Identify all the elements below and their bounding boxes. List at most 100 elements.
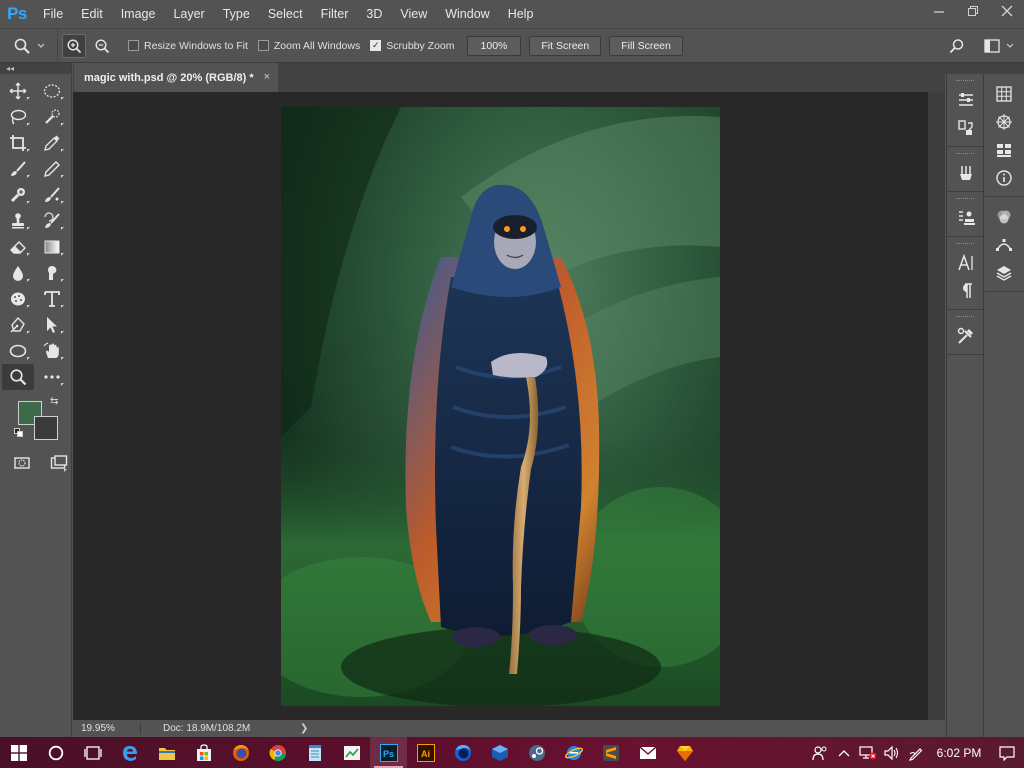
taskbar-sublime[interactable] bbox=[592, 737, 629, 768]
panel-grip[interactable] bbox=[956, 243, 974, 247]
clone-stamp-tool[interactable] bbox=[2, 208, 34, 234]
menu-layer[interactable]: Layer bbox=[164, 0, 213, 28]
taskbar-file-explorer[interactable] bbox=[148, 737, 185, 768]
vertical-scrollbar[interactable] bbox=[928, 92, 945, 720]
menu-file[interactable]: File bbox=[34, 0, 72, 28]
pen-workspace-button[interactable] bbox=[904, 737, 928, 768]
fill-screen-button[interactable]: Fill Screen bbox=[609, 35, 683, 56]
menu-select[interactable]: Select bbox=[259, 0, 312, 28]
healing-brush-tool[interactable] bbox=[2, 182, 34, 208]
taskbar-ie[interactable] bbox=[555, 737, 592, 768]
path-selection-tool[interactable] bbox=[36, 312, 68, 338]
tools-collapse-toggle[interactable]: ◂◂ bbox=[0, 63, 71, 74]
start-button[interactable] bbox=[0, 737, 37, 768]
network-button[interactable] bbox=[856, 737, 880, 768]
taskbar-virtualbox[interactable] bbox=[481, 737, 518, 768]
status-menu-arrow[interactable]: ❯ bbox=[300, 723, 308, 734]
tool-presets-icon[interactable] bbox=[947, 204, 985, 232]
scrubby-zoom-option[interactable]: ✓ Scrubby Zoom bbox=[370, 40, 455, 52]
adjustments-tools-icon[interactable] bbox=[947, 322, 985, 350]
clone-source-icon[interactable] bbox=[947, 114, 985, 142]
task-view-button[interactable] bbox=[74, 737, 111, 768]
scrubby-zoom-checkbox[interactable]: ✓ bbox=[370, 40, 382, 51]
screen-mode-button[interactable] bbox=[48, 450, 72, 476]
quick-mask-button[interactable] bbox=[10, 450, 34, 476]
show-hidden-icons-button[interactable] bbox=[832, 737, 856, 768]
workspace-switcher[interactable] bbox=[974, 38, 1024, 53]
quick-selection-tool[interactable] bbox=[36, 104, 68, 130]
dodge-tool[interactable] bbox=[2, 286, 34, 312]
more-tools[interactable] bbox=[36, 364, 68, 390]
taskbar-mail[interactable] bbox=[629, 737, 666, 768]
ellipse-shape-tool[interactable] bbox=[2, 338, 34, 364]
zoom-all-checkbox[interactable] bbox=[257, 40, 269, 51]
pen-tool[interactable] bbox=[2, 312, 34, 338]
panel-grip[interactable] bbox=[956, 198, 974, 202]
menu-filter[interactable]: Filter bbox=[312, 0, 358, 28]
taskbar-store[interactable] bbox=[185, 737, 222, 768]
taskbar-notepad[interactable] bbox=[296, 737, 333, 768]
document-canvas-image[interactable] bbox=[281, 107, 720, 706]
eraser-tool[interactable] bbox=[2, 234, 34, 260]
zoom-tool[interactable] bbox=[2, 364, 34, 390]
swatches-icon[interactable] bbox=[985, 136, 1023, 164]
menu-3d[interactable]: 3D bbox=[357, 0, 391, 28]
marquee-ellipse-tool[interactable] bbox=[36, 78, 68, 104]
taskbar-illustrator[interactable]: Ai bbox=[407, 737, 444, 768]
resize-windows-option[interactable]: Resize Windows to Fit bbox=[128, 40, 248, 52]
crop-tool[interactable] bbox=[2, 130, 34, 156]
navigator-icon[interactable] bbox=[985, 108, 1023, 136]
background-color-swatch[interactable] bbox=[34, 416, 58, 440]
taskbar-firefox-dev[interactable] bbox=[444, 737, 481, 768]
volume-button[interactable] bbox=[880, 737, 904, 768]
tool-preset-picker[interactable] bbox=[0, 29, 58, 62]
restore-button[interactable] bbox=[956, 0, 990, 22]
mixer-brush-tool[interactable] bbox=[36, 182, 68, 208]
move-tool[interactable] bbox=[2, 78, 34, 104]
zoom-out-button[interactable] bbox=[90, 34, 114, 58]
zoom-100-button[interactable]: 100% bbox=[466, 35, 522, 56]
menu-type[interactable]: Type bbox=[214, 0, 259, 28]
zoom-level-field[interactable]: 19.95% bbox=[73, 723, 141, 734]
zoom-all-option[interactable]: Zoom All Windows bbox=[257, 40, 360, 52]
taskbar-sketch[interactable] bbox=[666, 737, 703, 768]
gradient-tool[interactable] bbox=[36, 234, 68, 260]
action-center-button[interactable] bbox=[990, 737, 1024, 768]
document-tab[interactable]: magic with.psd @ 20% (RGB/8) * × bbox=[74, 63, 278, 92]
history-brush-tool[interactable] bbox=[36, 208, 68, 234]
brush-tool[interactable] bbox=[2, 156, 34, 182]
type-tool[interactable] bbox=[36, 286, 68, 312]
zoom-in-button[interactable] bbox=[62, 33, 86, 58]
panel-grip[interactable] bbox=[956, 80, 974, 84]
taskbar-edge[interactable] bbox=[111, 737, 148, 768]
menu-help[interactable]: Help bbox=[499, 0, 543, 28]
menu-edit[interactable]: Edit bbox=[72, 0, 112, 28]
minimize-button[interactable] bbox=[922, 0, 956, 22]
cortana-button[interactable] bbox=[37, 737, 74, 768]
channels-icon[interactable] bbox=[985, 203, 1023, 231]
blur-tool[interactable] bbox=[2, 260, 34, 286]
resize-windows-checkbox[interactable] bbox=[128, 40, 139, 51]
eyedropper-tool[interactable] bbox=[36, 130, 68, 156]
paths-icon[interactable] bbox=[985, 231, 1023, 259]
character-icon[interactable] bbox=[947, 249, 985, 277]
swap-colors-icon[interactable]: ⇆ bbox=[50, 396, 58, 407]
menu-window[interactable]: Window bbox=[436, 0, 498, 28]
histogram-icon[interactable] bbox=[985, 80, 1023, 108]
pencil-tool[interactable] bbox=[36, 156, 68, 182]
clock[interactable]: 6:02 PM bbox=[928, 746, 990, 760]
close-tab-icon[interactable]: × bbox=[264, 71, 270, 83]
paragraph-icon[interactable] bbox=[947, 277, 985, 305]
taskbar-chrome[interactable] bbox=[259, 737, 296, 768]
panel-grip[interactable] bbox=[956, 153, 974, 157]
hand-rotate-tool[interactable] bbox=[36, 338, 68, 364]
search-button[interactable] bbox=[940, 38, 974, 54]
info-icon[interactable] bbox=[985, 164, 1023, 192]
taskbar-steam[interactable] bbox=[518, 737, 555, 768]
taskbar-spreadsheet[interactable] bbox=[333, 737, 370, 768]
layers-icon[interactable] bbox=[985, 259, 1023, 287]
smudge-tool[interactable] bbox=[36, 260, 68, 286]
menu-view[interactable]: View bbox=[391, 0, 436, 28]
brush-settings-icon[interactable] bbox=[947, 86, 985, 114]
lasso-tool[interactable] bbox=[2, 104, 34, 130]
